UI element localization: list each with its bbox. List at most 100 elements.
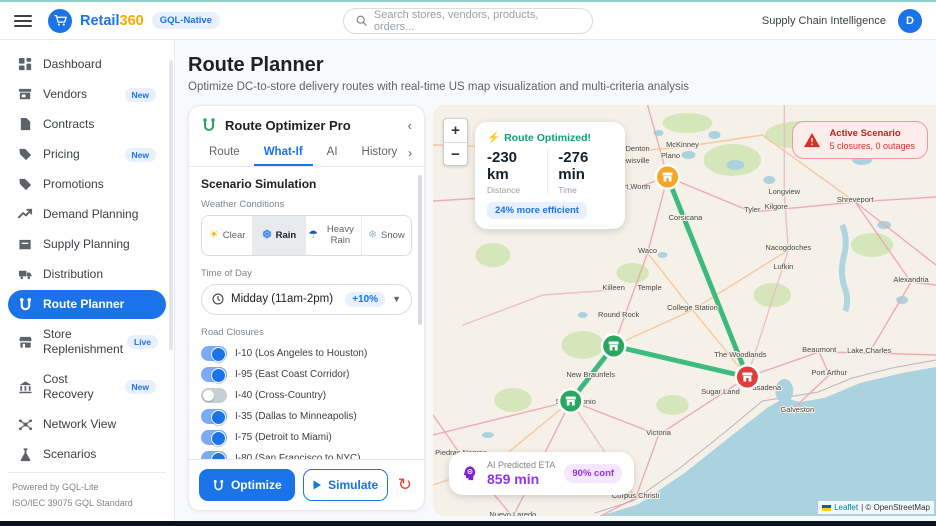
- sidebar-item-promotions[interactable]: Promotions: [8, 170, 166, 199]
- sidebar-item-label: Supply Planning: [43, 237, 130, 252]
- toggle-switch[interactable]: [201, 346, 227, 361]
- retail360-logo-icon[interactable]: [48, 9, 72, 33]
- ukraine-flag-icon: [822, 505, 831, 511]
- route-icon: [212, 479, 225, 492]
- tab-what-if[interactable]: What-If: [254, 139, 313, 166]
- sidebar-nav: DashboardVendorsNewContractsPricingNewPr…: [0, 40, 175, 521]
- tab-route[interactable]: Route: [199, 139, 250, 166]
- tab-history[interactable]: History: [352, 139, 406, 166]
- route-map[interactable]: DentonMcKinneyLewisvillePlanoFort WorthC…: [433, 105, 936, 516]
- sidebar-item-label: Route Planner: [43, 297, 124, 312]
- map-label-tyler: Tyler: [744, 205, 761, 214]
- sidebar-badge: New: [125, 88, 156, 102]
- map-label-kilgore: Kilgore: [765, 202, 788, 211]
- sidebar-badge: New: [125, 380, 156, 394]
- optimize-button[interactable]: Optimize: [199, 469, 295, 501]
- sidebar-item-vendors[interactable]: VendorsNew: [8, 80, 166, 109]
- panel-scrollbar[interactable]: [418, 175, 422, 325]
- toggle-switch[interactable]: [201, 451, 227, 459]
- toggle-switch[interactable]: [201, 367, 227, 382]
- flask-icon: [18, 447, 33, 462]
- main-content: Route Planner Optimize DC-to-store deliv…: [175, 40, 936, 521]
- closure-toggle-i-95-east-coast-corridor-[interactable]: I-95 (East Coast Corridor): [201, 364, 412, 385]
- storefront-icon: [18, 87, 33, 102]
- map-label-lake-charles: Lake Charles: [847, 346, 891, 355]
- workspace-label: Supply Chain Intelligence: [762, 15, 886, 27]
- sidebar-item-label: Cost Recovery: [43, 372, 115, 402]
- tab-ai[interactable]: AI: [317, 139, 348, 166]
- sidebar-item-label: Contracts: [43, 117, 94, 132]
- rain-icon: ❆: [262, 229, 271, 242]
- distance-label: Distance: [487, 185, 537, 195]
- toggle-label: I-80 (San Francisco to NYC): [235, 453, 361, 459]
- time-label: Time: [558, 185, 613, 195]
- sidebar-item-distribution[interactable]: Distribution: [8, 260, 166, 289]
- sidebar-item-cost-recovery[interactable]: Cost Recovery New: [8, 365, 166, 409]
- zoom-out-button[interactable]: −: [444, 142, 467, 165]
- user-avatar[interactable]: D: [898, 9, 922, 33]
- alert-title: Active Scenario: [829, 128, 915, 139]
- sidebar-badge: New: [125, 148, 156, 162]
- eta-label: AI Predicted ETA: [487, 460, 555, 470]
- sidebar-item-supply-planning[interactable]: Supply Planning: [8, 230, 166, 259]
- tabs-scroll-right-icon[interactable]: ›: [406, 146, 414, 160]
- map-marker-houston[interactable]: [734, 364, 760, 390]
- sidebar-item-pricing[interactable]: Pricing New: [8, 140, 166, 169]
- taskbar-strip: [0, 521, 936, 526]
- sun-icon: ☀: [209, 229, 219, 242]
- panel-tabs: RouteWhat-IfAIHistory ›: [189, 139, 424, 167]
- map-label-alexandria: Alexandria: [893, 275, 929, 284]
- closure-toggle-i-75-detroit-to-miami-[interactable]: I-75 (Detroit to Miami): [201, 427, 412, 448]
- sidebar-item-network-view[interactable]: Network View: [8, 410, 166, 439]
- weather-option-clear[interactable]: ☀Clear: [202, 216, 252, 255]
- sidebar-item-demand-planning[interactable]: Demand Planning: [8, 200, 166, 229]
- store-icon: [18, 335, 33, 350]
- map-marker-austin[interactable]: [601, 333, 627, 359]
- tag-icon: [18, 177, 33, 192]
- weather-option-label: Snow: [381, 230, 405, 241]
- sidebar-item-label: Scenarios: [43, 447, 96, 462]
- sidebar-scrollbar[interactable]: [169, 60, 173, 350]
- sidebar-item-label: Pricing: [43, 147, 80, 162]
- time-of-day-select[interactable]: Midday (11am-2pm) +10% ▼: [201, 284, 412, 315]
- collapse-panel-icon[interactable]: ‹: [408, 118, 412, 133]
- weather-option-rain[interactable]: ❆Rain: [252, 216, 305, 255]
- map-label-the-woodlands: The Woodlands: [714, 350, 766, 359]
- closure-toggle-i-40-cross-country-[interactable]: I-40 (Cross-Country): [201, 385, 412, 406]
- map-label-beaumont: Beaumont: [802, 345, 837, 354]
- sidebar-item-label: Dashboard: [43, 57, 102, 72]
- time-of-day-label: Time of Day: [201, 268, 412, 279]
- reset-icon[interactable]: ↻: [396, 475, 414, 495]
- closure-toggle-i-80-san-francisco-to-nyc-[interactable]: I-80 (San Francisco to NYC): [201, 448, 412, 459]
- active-scenario-alert: Active Scenario 5 closures, 0 outages: [792, 121, 928, 159]
- weather-option-snow[interactable]: ❄Snow: [361, 216, 411, 255]
- global-search-input[interactable]: Search stores, vendors, products, orders…: [343, 8, 593, 34]
- section-title: Scenario Simulation: [201, 177, 412, 191]
- sidebar-item-label: Store Replenishment: [43, 327, 117, 357]
- map-marker-san-antonio[interactable]: [558, 388, 584, 414]
- closure-toggle-i-10-los-angeles-to-houston-[interactable]: I-10 (Los Angeles to Houston): [201, 343, 412, 364]
- bolt-icon: ⚡: [487, 131, 500, 144]
- sidebar-item-scenarios[interactable]: Scenarios: [8, 440, 166, 469]
- weather-label: Weather Conditions: [201, 199, 412, 210]
- toggle-switch[interactable]: [201, 430, 227, 445]
- menu-icon[interactable]: [14, 15, 32, 27]
- brand-name: Retail360: [80, 13, 144, 29]
- sidebar-item-route-planner[interactable]: Route Planner: [8, 290, 166, 319]
- weather-option-heavy-rain[interactable]: ☂Heavy Rain: [305, 216, 360, 255]
- sidebar-item-label: Network View: [43, 417, 116, 432]
- toggle-switch[interactable]: [201, 409, 227, 424]
- leaflet-link[interactable]: Leaflet: [834, 503, 858, 512]
- sidebar-item-dashboard[interactable]: Dashboard: [8, 50, 166, 79]
- sidebar-item-contracts[interactable]: Contracts: [8, 110, 166, 139]
- simulate-button[interactable]: Simulate: [303, 469, 388, 501]
- search-icon: [356, 15, 367, 26]
- map-label-galveston: Galveston: [780, 405, 814, 414]
- map-marker-dallas[interactable]: [655, 164, 681, 190]
- sidebar-item-store-replenishment[interactable]: Store ReplenishmentLive: [8, 320, 166, 364]
- tag-icon: [18, 147, 33, 162]
- sidebar-footer: Powered by GQL-Lite ISO/IEC 39075 GQL St…: [8, 472, 166, 521]
- toggle-switch[interactable]: [201, 388, 227, 403]
- closure-toggle-i-35-dallas-to-minneapolis-[interactable]: I-35 (Dallas to Minneapolis): [201, 406, 412, 427]
- zoom-in-button[interactable]: +: [444, 119, 467, 142]
